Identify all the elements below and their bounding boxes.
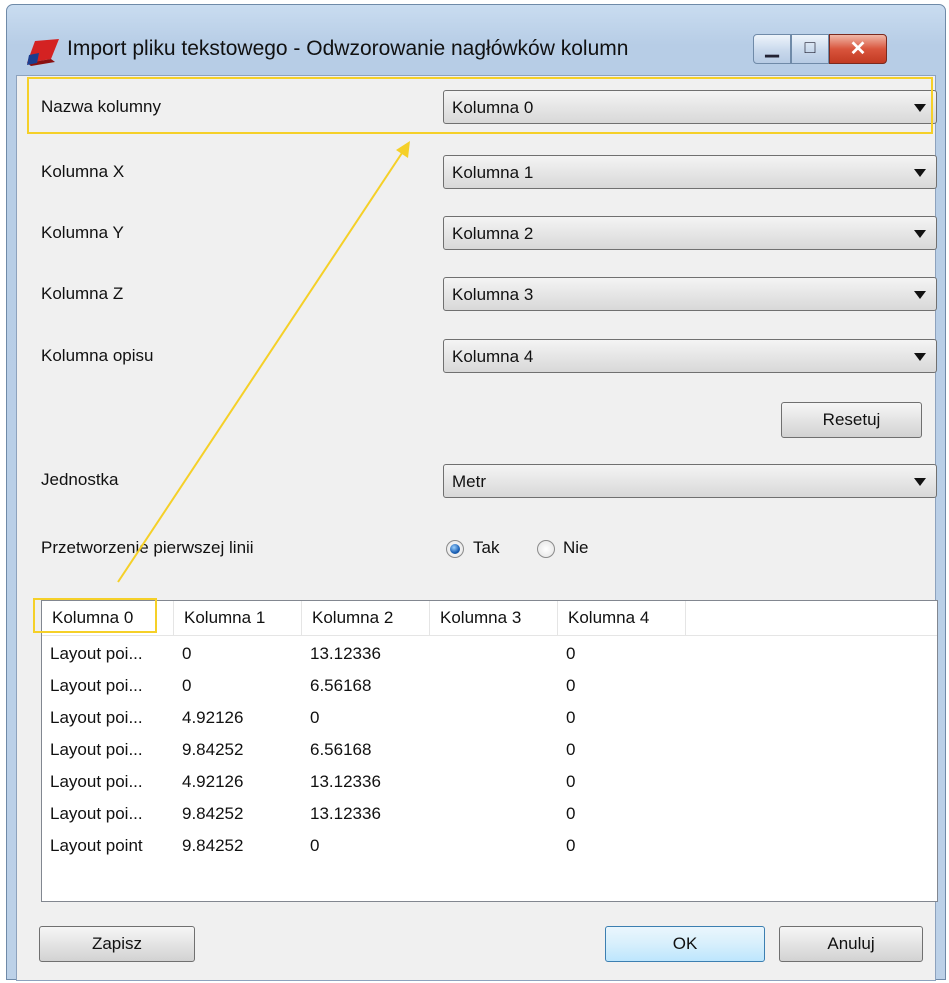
table-cell: 0: [310, 708, 320, 727]
table-cell: 0: [566, 708, 576, 727]
table-row[interactable]: Layout point 9.84252 0 0: [42, 831, 937, 862]
description-column-select-value: Kolumna 4: [452, 347, 534, 366]
cancel-button[interactable]: Anuluj: [779, 926, 923, 962]
column-x-select[interactable]: Kolumna 1: [443, 155, 937, 189]
table-cell: 6.56168: [310, 676, 372, 695]
column-header-0[interactable]: Kolumna 0: [42, 601, 174, 635]
column-y-select[interactable]: Kolumna 2: [443, 216, 937, 250]
maximize-button[interactable]: □: [791, 34, 829, 64]
table-cell: 0: [566, 772, 576, 791]
column-header-1[interactable]: Kolumna 1: [174, 601, 302, 635]
table-cell: 9.84252: [182, 804, 244, 823]
table-cell: 13.12336: [310, 644, 381, 663]
chevron-down-icon: [914, 291, 926, 299]
chevron-down-icon: [914, 230, 926, 238]
table-cell: Layout poi...: [50, 676, 143, 695]
table-cell: 0: [566, 740, 576, 759]
table-cell: 6.56168: [310, 740, 372, 759]
save-button[interactable]: Zapisz: [39, 926, 195, 962]
description-column-select[interactable]: Kolumna 4: [443, 339, 937, 373]
chevron-down-icon: [914, 353, 926, 361]
label-column-z: Kolumna Z: [41, 284, 124, 303]
radio-yes-label[interactable]: Tak: [473, 538, 499, 558]
title-bar[interactable]: Import pliku tekstowego - Odwzorowanie n…: [7, 5, 945, 77]
label-column-x: Kolumna X: [41, 162, 125, 181]
label-unit: Jednostka: [41, 470, 119, 489]
unit-select[interactable]: Metr: [443, 464, 937, 498]
label-column-name: Nazwa kolumny: [41, 97, 161, 116]
table-cell: 13.12336: [310, 804, 381, 823]
radio-no[interactable]: [537, 540, 555, 558]
column-x-select-value: Kolumna 1: [452, 163, 534, 182]
chevron-down-icon: [914, 169, 926, 177]
column-header-2[interactable]: Kolumna 2: [302, 601, 430, 635]
table-cell: Layout poi...: [50, 804, 143, 823]
label-description-column: Kolumna opisu: [41, 346, 154, 365]
column-y-select-value: Kolumna 2: [452, 224, 534, 243]
window-title: Import pliku tekstowego - Odwzorowanie n…: [67, 37, 629, 60]
table-cell: 0: [182, 644, 192, 663]
table-row[interactable]: Layout poi... 0 13.12336 0: [42, 639, 937, 670]
close-button[interactable]: ✕: [829, 34, 887, 64]
table-cell: 0: [566, 676, 576, 695]
table-cell: 9.84252: [182, 740, 244, 759]
table-cell: Layout poi...: [50, 708, 143, 727]
radio-yes[interactable]: [446, 540, 464, 558]
table-row[interactable]: Layout poi... 4.92126 13.12336 0: [42, 767, 937, 798]
column-header-3[interactable]: Kolumna 3: [430, 601, 558, 635]
table-cell: 9.84252: [182, 836, 244, 855]
chevron-down-icon: [914, 104, 926, 112]
table-row[interactable]: Layout poi... 0 6.56168 0: [42, 671, 937, 702]
table-header: Kolumna 0 Kolumna 1 Kolumna 2 Kolumna 3 …: [42, 601, 937, 636]
column-z-select-value: Kolumna 3: [452, 285, 534, 304]
close-icon: ✕: [849, 38, 867, 60]
column-name-select-value: Kolumna 0: [452, 98, 534, 117]
column-header-4[interactable]: Kolumna 4: [558, 601, 686, 635]
table-cell: 0: [566, 644, 576, 663]
table-cell: 4.92126: [182, 772, 244, 791]
maximize-icon: □: [804, 37, 816, 57]
preview-table[interactable]: Kolumna 0 Kolumna 1 Kolumna 2 Kolumna 3 …: [41, 600, 938, 902]
table-row[interactable]: Layout poi... 9.84252 6.56168 0: [42, 735, 937, 766]
table-row[interactable]: Layout poi... 4.92126 0 0: [42, 703, 937, 734]
minimize-icon: ▁: [765, 37, 779, 57]
minimize-button[interactable]: ▁: [753, 34, 791, 64]
radio-no-label[interactable]: Nie: [563, 538, 589, 558]
reset-button[interactable]: Resetuj: [781, 402, 922, 438]
table-row[interactable]: Layout poi... 9.84252 13.12336 0: [42, 799, 937, 830]
ok-button[interactable]: OK: [605, 926, 765, 962]
table-cell: 4.92126: [182, 708, 244, 727]
table-cell: 0: [566, 836, 576, 855]
dialog-content: Nazwa kolumny Kolumna 0 Kolumna X Kolumn…: [16, 75, 938, 981]
table-cell: 0: [566, 804, 576, 823]
label-first-line: Przetworzenie pierwszej linii: [41, 538, 254, 557]
table-cell: Layout poi...: [50, 740, 143, 759]
chevron-down-icon: [914, 478, 926, 486]
table-cell: Layout poi...: [50, 644, 143, 663]
table-cell: 0: [182, 676, 192, 695]
column-z-select[interactable]: Kolumna 3: [443, 277, 937, 311]
app-logo-icon: [27, 39, 59, 66]
table-cell: 13.12336: [310, 772, 381, 791]
label-column-y: Kolumna Y: [41, 223, 124, 242]
table-cell: Layout poi...: [50, 772, 143, 791]
column-name-select[interactable]: Kolumna 0: [443, 90, 937, 124]
unit-select-value: Metr: [452, 472, 486, 491]
dialog-window: Import pliku tekstowego - Odwzorowanie n…: [6, 4, 946, 981]
table-cell: 0: [310, 836, 320, 855]
table-cell: Layout point: [50, 836, 143, 855]
